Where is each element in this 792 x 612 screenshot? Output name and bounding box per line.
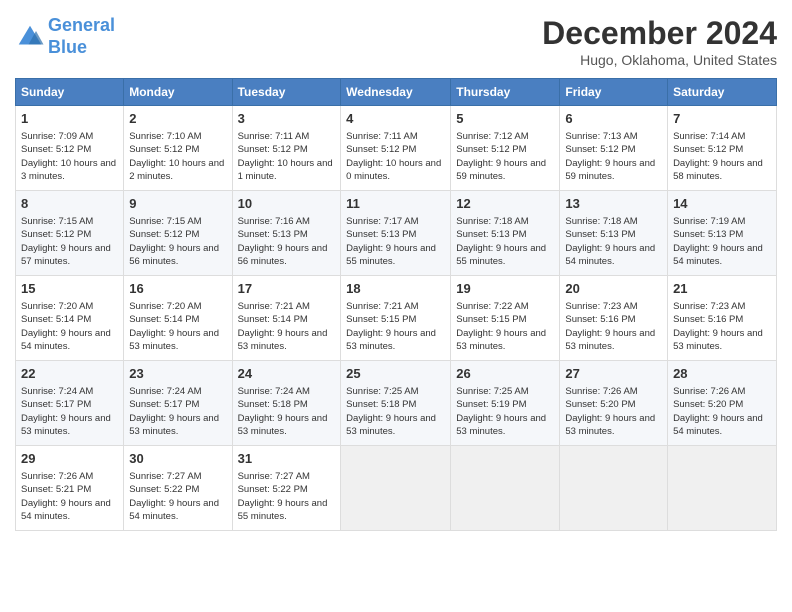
- calendar-cell: 20Sunrise: 7:23 AMSunset: 5:16 PMDayligh…: [560, 276, 668, 361]
- calendar-cell: [668, 446, 777, 531]
- logo-icon: [15, 22, 45, 52]
- day-number: 19: [456, 280, 554, 298]
- week-row-3: 15Sunrise: 7:20 AMSunset: 5:14 PMDayligh…: [16, 276, 777, 361]
- calendar-body: 1Sunrise: 7:09 AMSunset: 5:12 PMDaylight…: [16, 106, 777, 531]
- calendar-cell: 2Sunrise: 7:10 AMSunset: 5:12 PMDaylight…: [124, 106, 232, 191]
- day-number: 3: [238, 110, 336, 128]
- calendar-cell: 7Sunrise: 7:14 AMSunset: 5:12 PMDaylight…: [668, 106, 777, 191]
- day-number: 9: [129, 195, 226, 213]
- calendar-cell: 8Sunrise: 7:15 AMSunset: 5:12 PMDaylight…: [16, 191, 124, 276]
- day-number: 26: [456, 365, 554, 383]
- day-number: 8: [21, 195, 118, 213]
- header-row: SundayMondayTuesdayWednesdayThursdayFrid…: [16, 79, 777, 106]
- header-cell-saturday: Saturday: [668, 79, 777, 106]
- calendar-cell: 28Sunrise: 7:26 AMSunset: 5:20 PMDayligh…: [668, 361, 777, 446]
- day-number: 20: [565, 280, 662, 298]
- calendar-cell: 1Sunrise: 7:09 AMSunset: 5:12 PMDaylight…: [16, 106, 124, 191]
- calendar-cell: 31Sunrise: 7:27 AMSunset: 5:22 PMDayligh…: [232, 446, 341, 531]
- day-number: 4: [346, 110, 445, 128]
- calendar-cell: 22Sunrise: 7:24 AMSunset: 5:17 PMDayligh…: [16, 361, 124, 446]
- day-number: 17: [238, 280, 336, 298]
- day-number: 24: [238, 365, 336, 383]
- calendar-cell: 26Sunrise: 7:25 AMSunset: 5:19 PMDayligh…: [451, 361, 560, 446]
- calendar-cell: 12Sunrise: 7:18 AMSunset: 5:13 PMDayligh…: [451, 191, 560, 276]
- calendar-cell: [451, 446, 560, 531]
- day-number: 31: [238, 450, 336, 468]
- calendar-cell: 29Sunrise: 7:26 AMSunset: 5:21 PMDayligh…: [16, 446, 124, 531]
- calendar-cell: 6Sunrise: 7:13 AMSunset: 5:12 PMDaylight…: [560, 106, 668, 191]
- header-cell-friday: Friday: [560, 79, 668, 106]
- location: Hugo, Oklahoma, United States: [542, 52, 777, 68]
- header-cell-tuesday: Tuesday: [232, 79, 341, 106]
- header-cell-monday: Monday: [124, 79, 232, 106]
- calendar-cell: 24Sunrise: 7:24 AMSunset: 5:18 PMDayligh…: [232, 361, 341, 446]
- week-row-4: 22Sunrise: 7:24 AMSunset: 5:17 PMDayligh…: [16, 361, 777, 446]
- calendar-cell: 13Sunrise: 7:18 AMSunset: 5:13 PMDayligh…: [560, 191, 668, 276]
- day-number: 10: [238, 195, 336, 213]
- calendar-cell: 15Sunrise: 7:20 AMSunset: 5:14 PMDayligh…: [16, 276, 124, 361]
- week-row-2: 8Sunrise: 7:15 AMSunset: 5:12 PMDaylight…: [16, 191, 777, 276]
- calendar-cell: 3Sunrise: 7:11 AMSunset: 5:12 PMDaylight…: [232, 106, 341, 191]
- header-cell-sunday: Sunday: [16, 79, 124, 106]
- day-number: 13: [565, 195, 662, 213]
- calendar-cell: 4Sunrise: 7:11 AMSunset: 5:12 PMDaylight…: [341, 106, 451, 191]
- calendar-cell: 19Sunrise: 7:22 AMSunset: 5:15 PMDayligh…: [451, 276, 560, 361]
- calendar-cell: 27Sunrise: 7:26 AMSunset: 5:20 PMDayligh…: [560, 361, 668, 446]
- day-number: 18: [346, 280, 445, 298]
- calendar-cell: 9Sunrise: 7:15 AMSunset: 5:12 PMDaylight…: [124, 191, 232, 276]
- calendar-cell: [560, 446, 668, 531]
- calendar-cell: [341, 446, 451, 531]
- day-number: 16: [129, 280, 226, 298]
- calendar-header: SundayMondayTuesdayWednesdayThursdayFrid…: [16, 79, 777, 106]
- header-cell-wednesday: Wednesday: [341, 79, 451, 106]
- day-number: 14: [673, 195, 771, 213]
- logo: General Blue: [15, 15, 115, 58]
- calendar-cell: 30Sunrise: 7:27 AMSunset: 5:22 PMDayligh…: [124, 446, 232, 531]
- day-number: 5: [456, 110, 554, 128]
- calendar-cell: 14Sunrise: 7:19 AMSunset: 5:13 PMDayligh…: [668, 191, 777, 276]
- header-cell-thursday: Thursday: [451, 79, 560, 106]
- calendar-cell: 5Sunrise: 7:12 AMSunset: 5:12 PMDaylight…: [451, 106, 560, 191]
- day-number: 6: [565, 110, 662, 128]
- calendar-cell: 17Sunrise: 7:21 AMSunset: 5:14 PMDayligh…: [232, 276, 341, 361]
- day-number: 25: [346, 365, 445, 383]
- day-number: 27: [565, 365, 662, 383]
- day-number: 28: [673, 365, 771, 383]
- calendar-cell: 23Sunrise: 7:24 AMSunset: 5:17 PMDayligh…: [124, 361, 232, 446]
- calendar-cell: 11Sunrise: 7:17 AMSunset: 5:13 PMDayligh…: [341, 191, 451, 276]
- header: General Blue December 2024 Hugo, Oklahom…: [15, 15, 777, 68]
- calendar-cell: 16Sunrise: 7:20 AMSunset: 5:14 PMDayligh…: [124, 276, 232, 361]
- day-number: 7: [673, 110, 771, 128]
- day-number: 30: [129, 450, 226, 468]
- day-number: 21: [673, 280, 771, 298]
- calendar-cell: 10Sunrise: 7:16 AMSunset: 5:13 PMDayligh…: [232, 191, 341, 276]
- calendar-table: SundayMondayTuesdayWednesdayThursdayFrid…: [15, 78, 777, 531]
- month-title: December 2024: [542, 15, 777, 52]
- day-number: 22: [21, 365, 118, 383]
- day-number: 1: [21, 110, 118, 128]
- calendar-cell: 25Sunrise: 7:25 AMSunset: 5:18 PMDayligh…: [341, 361, 451, 446]
- week-row-1: 1Sunrise: 7:09 AMSunset: 5:12 PMDaylight…: [16, 106, 777, 191]
- day-number: 2: [129, 110, 226, 128]
- day-number: 15: [21, 280, 118, 298]
- day-number: 23: [129, 365, 226, 383]
- week-row-5: 29Sunrise: 7:26 AMSunset: 5:21 PMDayligh…: [16, 446, 777, 531]
- logo-text: General Blue: [48, 15, 115, 58]
- day-number: 29: [21, 450, 118, 468]
- calendar-cell: 18Sunrise: 7:21 AMSunset: 5:15 PMDayligh…: [341, 276, 451, 361]
- title-area: December 2024 Hugo, Oklahoma, United Sta…: [542, 15, 777, 68]
- day-number: 11: [346, 195, 445, 213]
- day-number: 12: [456, 195, 554, 213]
- calendar-cell: 21Sunrise: 7:23 AMSunset: 5:16 PMDayligh…: [668, 276, 777, 361]
